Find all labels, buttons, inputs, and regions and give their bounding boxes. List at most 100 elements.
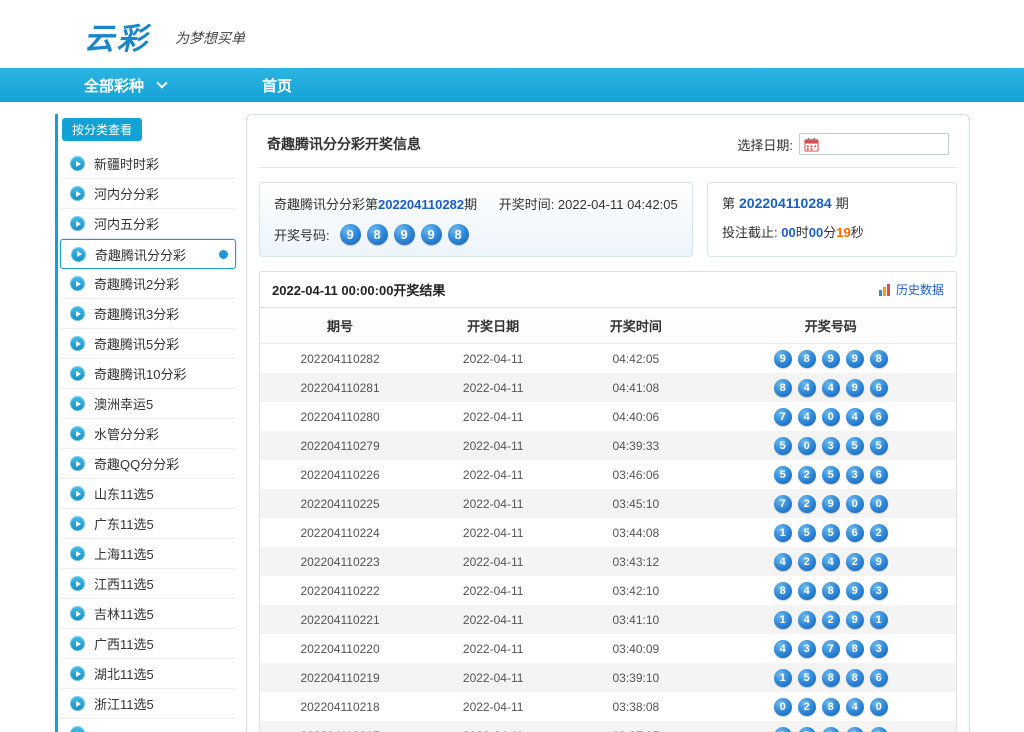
lottery-ball: 3 bbox=[870, 727, 888, 732]
lottery-ball: 8 bbox=[822, 698, 840, 716]
sidebar-item[interactable]: 河内分分彩 bbox=[60, 179, 236, 209]
lottery-ball: 8 bbox=[822, 582, 840, 600]
row-numbers: 84496 bbox=[774, 379, 888, 397]
play-arrow bbox=[76, 521, 81, 527]
sidebar-item[interactable]: 新疆时时彩 bbox=[60, 149, 236, 179]
table-row: 202204110280 2022-04-11 04:40:06 74046 bbox=[260, 402, 956, 431]
lottery-ball: 0 bbox=[774, 698, 792, 716]
cell-numbers: 84893 bbox=[705, 582, 956, 600]
lottery-ball: 8 bbox=[774, 582, 792, 600]
lottery-ball: 4 bbox=[822, 379, 840, 397]
lottery-ball: 2 bbox=[798, 698, 816, 716]
site-logo[interactable]: 云彩 bbox=[84, 14, 150, 58]
play-arrow bbox=[76, 671, 81, 677]
table-body: 202204110282 2022-04-11 04:42:05 98998 bbox=[260, 344, 956, 732]
cell-numbers: 14291 bbox=[705, 611, 956, 629]
sidebar-item[interactable]: 山东11选5 bbox=[60, 479, 236, 509]
lottery-ball: 0 bbox=[870, 698, 888, 716]
category-filter-button[interactable]: 按分类查看 bbox=[62, 118, 142, 141]
play-circle-icon bbox=[70, 726, 85, 732]
active-indicator-dot bbox=[219, 250, 228, 259]
sidebar-item[interactable]: 河内五分彩 bbox=[60, 209, 236, 239]
sidebar-item[interactable]: 浙江11选5 bbox=[60, 689, 236, 719]
lottery-ball: 3 bbox=[846, 727, 864, 732]
lottery-ball: 5 bbox=[798, 524, 816, 542]
next-issue: 202204110284 bbox=[739, 195, 832, 211]
cell-issue: 202204110220 bbox=[260, 642, 420, 656]
cell-issue: 202204110222 bbox=[260, 584, 420, 598]
sidebar-item[interactable]: 奇趣腾讯10分彩 bbox=[60, 359, 236, 389]
sidebar-item[interactable]: 广西11选5 bbox=[60, 629, 236, 659]
results-header: 2022-04-11 00:00:00开奖结果 历史数据 bbox=[260, 272, 956, 308]
cell-numbers: 52536 bbox=[705, 466, 956, 484]
sidebar-item-label: 澳洲幸运5 bbox=[94, 394, 153, 413]
date-input[interactable] bbox=[799, 133, 949, 155]
sidebar-item[interactable]: 奇趣腾讯5分彩 bbox=[60, 329, 236, 359]
lottery-ball: 2 bbox=[846, 553, 864, 571]
nav-home[interactable]: 首页 bbox=[262, 75, 292, 96]
history-link[interactable]: 历史数据 bbox=[878, 281, 944, 298]
chevron-down-icon bbox=[156, 77, 167, 88]
play-circle-icon bbox=[70, 636, 85, 651]
play-circle-icon bbox=[70, 546, 85, 561]
lottery-ball: 7 bbox=[798, 727, 816, 732]
sidebar-item[interactable]: 水管分分彩 bbox=[60, 419, 236, 449]
play-arrow bbox=[76, 371, 81, 377]
current-draw-suffix: 期 bbox=[464, 197, 477, 212]
lottery-ball: 8 bbox=[798, 350, 816, 368]
sidebar-item[interactable]: 吉林11选5 bbox=[60, 599, 236, 629]
lottery-ball: 5 bbox=[846, 437, 864, 455]
play-circle-icon bbox=[70, 486, 85, 501]
cell-issue: 202204110218 bbox=[260, 700, 420, 714]
cell-date: 2022-04-11 bbox=[420, 439, 566, 453]
sidebar-item[interactable]: 澳洲幸运5 bbox=[60, 389, 236, 419]
sidebar-item[interactable]: 奇趣QQ分分彩 bbox=[60, 449, 236, 479]
lottery-ball: 6 bbox=[870, 408, 888, 426]
cell-date: 2022-04-11 bbox=[420, 642, 566, 656]
numbers-label: 开奖号码: bbox=[274, 225, 330, 244]
cell-issue: 202204110225 bbox=[260, 497, 420, 511]
row-numbers: 42429 bbox=[774, 553, 888, 571]
panel-title: 奇趣腾讯分分彩开奖信息 bbox=[267, 134, 421, 154]
row-numbers: 72900 bbox=[774, 495, 888, 513]
sidebar-item[interactable]: 奇趣腾讯分分彩 bbox=[60, 239, 236, 269]
sidebar-item[interactable]: 上海11选5 bbox=[60, 539, 236, 569]
lottery-ball: 5 bbox=[774, 437, 792, 455]
table-row: 202204110282 2022-04-11 04:42:05 98998 bbox=[260, 344, 956, 373]
play-circle-icon bbox=[70, 576, 85, 591]
sidebar-item[interactable]: 奇趣腾讯2分彩 bbox=[60, 269, 236, 299]
play-circle-icon bbox=[70, 456, 85, 471]
cell-numbers: 42429 bbox=[705, 553, 956, 571]
lottery-ball: 1 bbox=[774, 524, 792, 542]
countdown-seconds: 19 bbox=[836, 225, 850, 240]
play-arrow bbox=[76, 221, 81, 227]
nav-all-lotteries[interactable]: 全部彩种 bbox=[84, 75, 166, 96]
row-numbers: 74046 bbox=[774, 408, 888, 426]
play-arrow bbox=[76, 461, 81, 467]
cell-time: 04:40:06 bbox=[566, 410, 705, 424]
sidebar-item-label: 广西11选5 bbox=[94, 634, 154, 653]
row-numbers: 98998 bbox=[774, 350, 888, 368]
lottery-ball: 9 bbox=[394, 224, 415, 245]
lottery-ball: 5 bbox=[870, 437, 888, 455]
play-circle-icon bbox=[70, 216, 85, 231]
sidebar-item[interactable]: 广东11选5 bbox=[60, 509, 236, 539]
lottery-ball: 5 bbox=[822, 524, 840, 542]
lottery-ball: 0 bbox=[822, 408, 840, 426]
lottery-ball: 9 bbox=[846, 582, 864, 600]
sidebar-item[interactable] bbox=[60, 719, 236, 732]
sidebar-item[interactable]: 湖北11选5 bbox=[60, 659, 236, 689]
lottery-ball: 1 bbox=[774, 611, 792, 629]
sidebar-item[interactable]: 江西11选5 bbox=[60, 569, 236, 599]
lottery-ball: 4 bbox=[774, 553, 792, 571]
row-numbers: 52536 bbox=[774, 466, 888, 484]
play-circle-icon bbox=[70, 606, 85, 621]
cell-date: 2022-04-11 bbox=[420, 497, 566, 511]
sidebar-item[interactable]: 奇趣腾讯3分彩 bbox=[60, 299, 236, 329]
lottery-ball: 3 bbox=[846, 466, 864, 484]
column-header: 开奖日期 bbox=[420, 316, 566, 335]
lottery-ball: 5 bbox=[774, 466, 792, 484]
lottery-ball: 6 bbox=[870, 669, 888, 687]
table-row: 202204110220 2022-04-11 03:40:09 43783 bbox=[260, 634, 956, 663]
sidebar-item-label: 水管分分彩 bbox=[94, 424, 159, 443]
